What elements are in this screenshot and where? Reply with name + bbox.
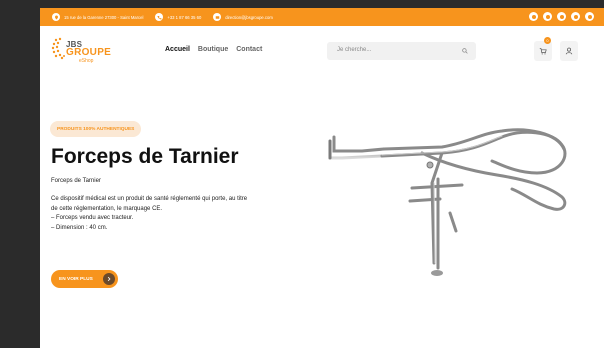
description-line: – Forceps vendu avec tracteur. <box>51 215 134 221</box>
search-placeholder: Je cherche... <box>337 47 372 53</box>
page: 15 rue de la Garenne 27300 - Saint Marce… <box>40 8 604 348</box>
linkedin-icon[interactable] <box>557 12 566 21</box>
youtube-icon[interactable] <box>571 12 580 21</box>
cart-count-badge: 0 <box>544 37 551 44</box>
nav-boutique[interactable]: Boutique <box>198 46 228 53</box>
phone-text: +33 1 87 66 35 60 <box>167 14 202 20</box>
phone-icon <box>155 13 164 21</box>
whatsapp-icon[interactable] <box>585 12 594 21</box>
cart-button[interactable]: 0 <box>534 37 552 61</box>
search-icon <box>462 48 468 54</box>
instagram-icon[interactable] <box>543 12 552 21</box>
product-title: Forceps de Tarnier <box>51 145 239 168</box>
main-nav: Accueil Boutique Contact <box>165 46 270 53</box>
see-more-button[interactable]: EN VOIR PLUS <box>51 270 118 288</box>
logo[interactable]: JBS GROUPE eShop <box>50 36 120 68</box>
search-input[interactable]: Je cherche... <box>327 42 476 60</box>
site-header: JBS GROUPE eShop Accueil Boutique Contac… <box>40 26 604 76</box>
product-subtitle: Forceps de Tarnier <box>51 178 101 184</box>
nav-contact[interactable]: Contact <box>236 46 262 53</box>
location-icon <box>52 13 60 21</box>
phone-item[interactable]: +33 1 87 66 35 60 <box>155 13 201 21</box>
account-button[interactable] <box>560 41 578 61</box>
email-text: direction@jbsgroupe.com <box>225 14 273 20</box>
social-links <box>524 12 594 21</box>
see-more-label: EN VOIR PLUS <box>59 276 93 282</box>
user-icon <box>565 47 573 55</box>
top-contact-bar: 15 rue de la Garenne 27300 - Saint Marce… <box>40 8 604 26</box>
product-description: Ce dispositif médical est un produit de … <box>51 195 306 233</box>
email-item[interactable]: direction@jbsgroupe.com <box>213 13 273 21</box>
product-image <box>328 128 567 276</box>
logo-eshop-text: eShop <box>79 58 94 64</box>
cart-icon <box>539 48 547 55</box>
description-line: – Dimension : 40 cm. <box>51 224 108 231</box>
facebook-icon[interactable] <box>529 12 538 21</box>
address-item: 15 rue de la Garenne 27300 - Saint Marce… <box>52 13 143 21</box>
nav-accueil[interactable]: Accueil <box>165 46 190 53</box>
authenticity-badge: PRODUITS 100% AUTHENTIQUES <box>50 121 142 137</box>
address-text: 15 rue de la Garenne 27300 - Saint Marce… <box>64 14 144 20</box>
arrow-right-icon <box>103 273 115 285</box>
logo-groupe-text: GROUPE <box>66 47 112 58</box>
email-icon <box>213 13 222 21</box>
description-line: de cette réglementation, le marquage CE. <box>51 205 163 212</box>
description-line: Ce dispositif médical est un produit de … <box>51 196 248 202</box>
